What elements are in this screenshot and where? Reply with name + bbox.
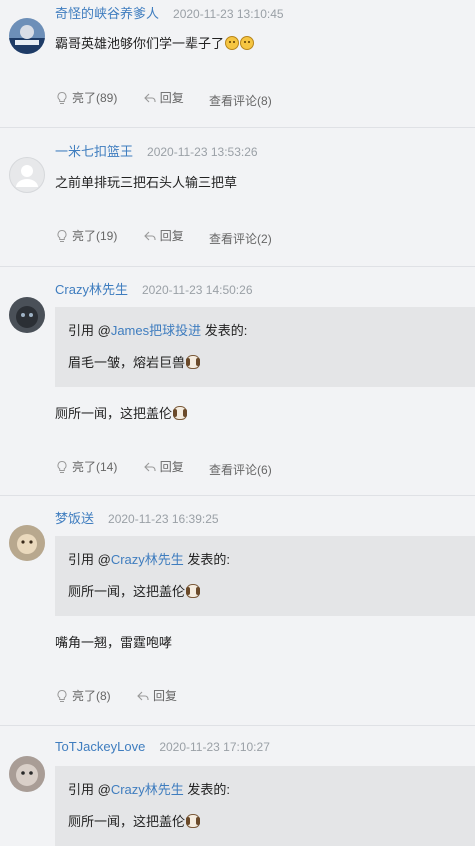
quoted-author-link[interactable]: Crazy林先生 — [111, 552, 184, 567]
avatar[interactable] — [9, 756, 45, 792]
comment-item: 梦饭送 2020-11-23 16:39:25 引用 @Crazy林先生 发表的:… — [0, 496, 475, 726]
avatar[interactable] — [9, 525, 45, 561]
avatar[interactable] — [9, 297, 45, 333]
avatar[interactable] — [9, 18, 45, 54]
author-name[interactable]: Crazy林先生 — [55, 282, 128, 297]
like-button[interactable]: 亮了(14) — [55, 458, 117, 475]
lightbulb-icon — [57, 689, 67, 702]
comment-item: 一米七扣篮王 2020-11-23 13:53:26 之前单排玩三把石头人输三把草… — [0, 128, 475, 267]
lightbulb-icon — [57, 229, 67, 242]
quoted-author-link[interactable]: James把球投进 — [111, 323, 201, 338]
author-name[interactable]: 梦饭送 — [55, 511, 94, 526]
view-comments-link[interactable]: 查看评论(8) — [209, 92, 272, 109]
quoted-author-link[interactable]: Crazy林先生 — [111, 782, 184, 797]
like-button[interactable]: 亮了(89) — [55, 89, 117, 106]
reply-button[interactable]: 回复 — [143, 458, 184, 475]
reply-arrow-icon — [143, 231, 156, 240]
view-comments-link[interactable]: 查看评论(2) — [209, 230, 272, 247]
reply-arrow-icon — [137, 691, 149, 700]
like-button[interactable]: 亮了(19) — [55, 227, 117, 244]
sad-face-emoji-icon — [240, 36, 255, 50]
comment-text: 霸哥英雄池够你们学一辈子了 — [55, 33, 255, 52]
lightbulb-icon — [57, 460, 67, 473]
timestamp: 2020-11-23 16:39:25 — [108, 512, 219, 526]
view-comments-link[interactable]: 查看评论(6) — [209, 461, 272, 478]
lightbulb-icon — [57, 91, 67, 104]
author-name[interactable]: 一米七扣篮王 — [55, 144, 133, 159]
dog-emoji-icon — [186, 355, 201, 369]
dog-emoji-icon — [186, 814, 201, 828]
like-button[interactable]: 亮了(8) — [55, 687, 111, 704]
comment-item: 奇怪的峡谷养爹人 2020-11-23 13:10:45 霸哥英雄池够你们学一辈子… — [0, 0, 475, 128]
quoted-comment: 引用 @Crazy林先生 发表的: 厕所一闻，这把盖伦 — [55, 766, 475, 846]
comment-item: Crazy林先生 2020-11-23 14:50:26 引用 @James把球投… — [0, 267, 475, 496]
dog-emoji-icon — [186, 584, 201, 598]
comment-text: 嘴角一翘，雷霆咆哮 — [55, 635, 173, 650]
dog-emoji-icon — [173, 406, 188, 420]
reply-arrow-icon — [143, 462, 156, 471]
comment-text: 之前单排玩三把石头人输三把草 — [55, 175, 238, 190]
author-name[interactable]: ToTJackeyLove — [55, 739, 145, 754]
quoted-comment: 引用 @James把球投进 发表的: 眉毛一皱，熔岩巨兽 — [55, 307, 475, 387]
avatar[interactable] — [9, 157, 45, 193]
reply-button[interactable]: 回复 — [136, 687, 177, 704]
timestamp: 2020-11-23 13:10:45 — [173, 7, 284, 21]
sad-face-emoji-icon — [225, 36, 240, 50]
comment-item: ToTJackeyLove 2020-11-23 17:10:27 引用 @Cra… — [0, 726, 475, 846]
timestamp: 2020-11-23 13:53:26 — [147, 145, 258, 159]
timestamp: 2020-11-23 14:50:26 — [141, 283, 253, 297]
reply-arrow-icon — [143, 93, 156, 102]
author-name[interactable]: 奇怪的峡谷养爹人 — [55, 6, 159, 21]
reply-button[interactable]: 回复 — [143, 227, 184, 244]
timestamp: 2020-11-23 17:10:27 — [159, 740, 270, 754]
comment-text: 厕所一闻，这把盖伦 — [55, 403, 188, 422]
comment-list: 奇怪的峡谷养爹人 2020-11-23 13:10:45 霸哥英雄池够你们学一辈子… — [0, 0, 475, 846]
quoted-comment: 引用 @Crazy林先生 发表的: 厕所一闻，这把盖伦 — [55, 536, 475, 616]
reply-button[interactable]: 回复 — [143, 89, 184, 106]
